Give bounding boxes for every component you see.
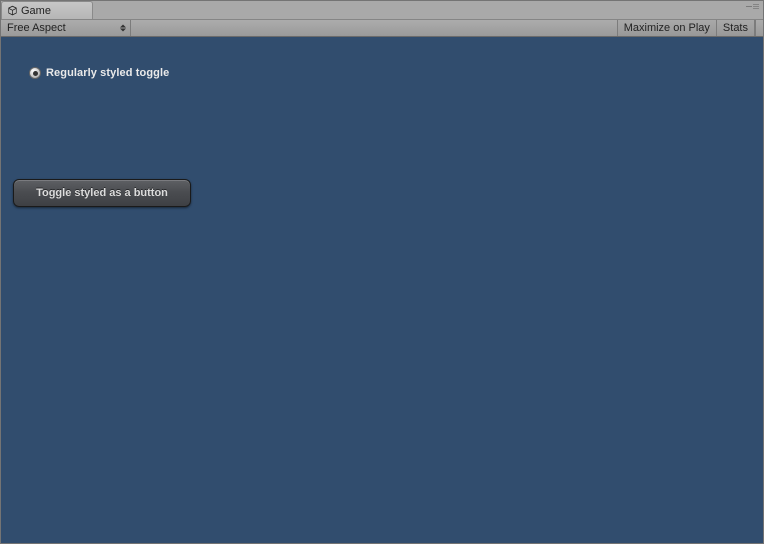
toggle-radio-icon — [29, 67, 41, 79]
tab-game[interactable]: Game — [1, 1, 93, 19]
button-styled-toggle[interactable]: Toggle styled as a button — [13, 179, 191, 207]
unity-logo-icon — [6, 5, 18, 17]
stats-button[interactable]: Stats — [716, 20, 755, 36]
toolbar-spacer — [131, 20, 618, 36]
game-view-area: Regularly styled toggle Toggle styled as… — [1, 37, 763, 543]
regular-toggle[interactable]: Regularly styled toggle — [29, 67, 169, 79]
game-toolbar: Free Aspect Maximize on Play Stats — [1, 19, 763, 37]
regular-toggle-label: Regularly styled toggle — [46, 67, 169, 79]
maximize-on-play-button[interactable]: Maximize on Play — [617, 20, 717, 36]
button-toggle-label: Toggle styled as a button — [36, 187, 168, 199]
aspect-ratio-dropdown[interactable]: Free Aspect — [1, 20, 131, 36]
toolbar-end — [755, 20, 763, 36]
tab-bar: Game — [1, 1, 763, 19]
stats-label: Stats — [723, 22, 748, 34]
updown-arrows-icon — [120, 25, 126, 32]
tab-title: Game — [21, 5, 51, 17]
maximize-label: Maximize on Play — [624, 22, 710, 34]
panel-menu-icon[interactable] — [746, 4, 759, 9]
aspect-ratio-label: Free Aspect — [7, 22, 66, 34]
